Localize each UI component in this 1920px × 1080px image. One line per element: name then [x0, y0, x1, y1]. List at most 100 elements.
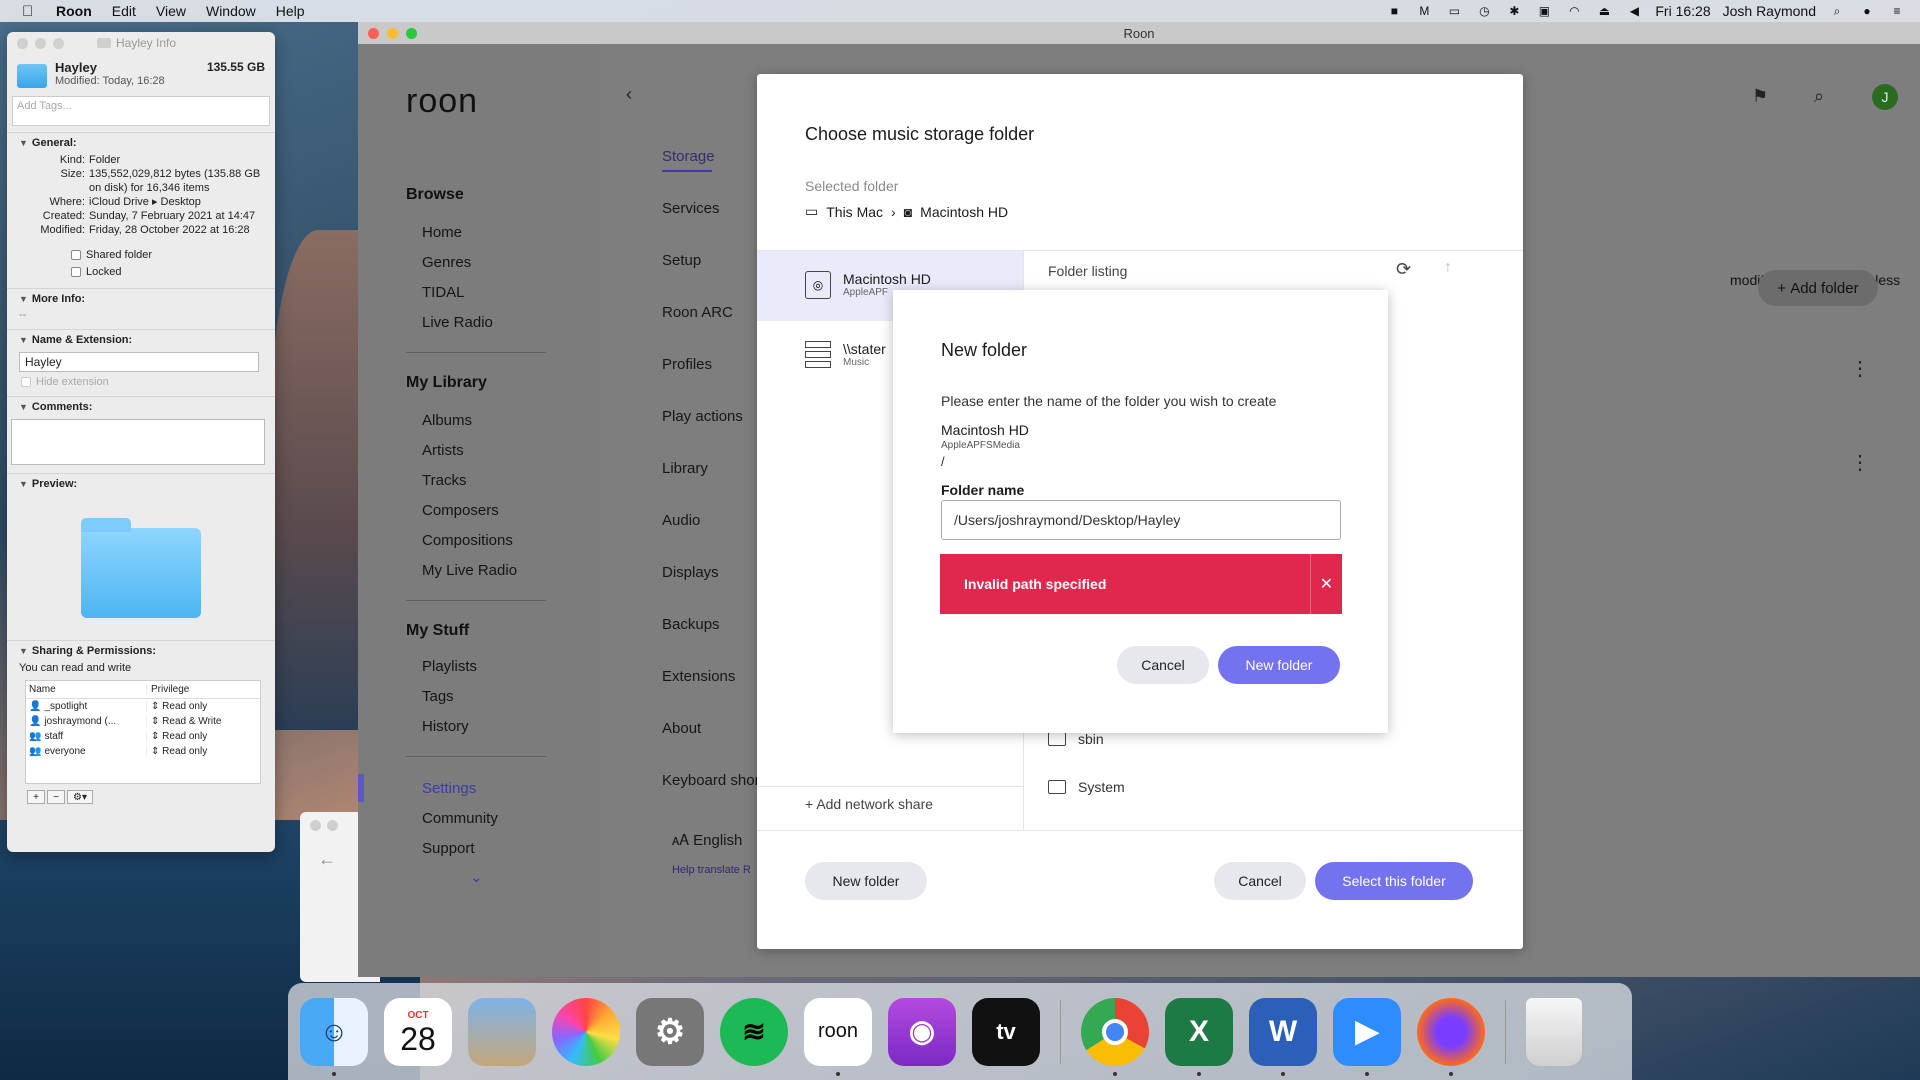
name-field[interactable]: Hayley — [19, 352, 259, 372]
disclosure-triangle-icon[interactable]: ▼ — [19, 646, 28, 656]
list-item[interactable]: System — [1048, 779, 1125, 795]
add-network-share-button[interactable]: + Add network share — [805, 796, 933, 812]
cancel-button[interactable]: Cancel — [1214, 862, 1306, 900]
system-preferences-icon[interactable]: ⚙ — [636, 997, 704, 1066]
menu-edit[interactable]: Edit — [112, 3, 136, 19]
stepper-icon[interactable]: ⇕ — [151, 716, 159, 727]
airplay-icon[interactable]: ▣ — [1535, 4, 1553, 18]
close-icon[interactable] — [310, 820, 321, 831]
menubar-user[interactable]: Josh Raymond — [1723, 3, 1816, 19]
menu-help[interactable]: Help — [276, 3, 305, 19]
spotlight-search-icon[interactable]: ⌕ — [1828, 4, 1846, 18]
chevron-down-icon[interactable]: ⌄ — [470, 868, 483, 886]
nav-item-tags[interactable]: Tags — [422, 688, 454, 705]
tab-play-actions[interactable]: Play actions — [662, 408, 743, 425]
nav-item-tracks[interactable]: Tracks — [422, 472, 466, 489]
status-m-icon[interactable]: M — [1415, 4, 1433, 18]
tags-field[interactable]: Add Tags... — [12, 96, 270, 126]
tab-extensions[interactable]: Extensions — [662, 668, 735, 685]
minimize-icon[interactable] — [35, 37, 46, 49]
tab-roon-arc[interactable]: Roon ARC — [662, 304, 733, 321]
select-this-folder-button[interactable]: Select this folder — [1315, 862, 1473, 900]
excel-icon[interactable]: X — [1165, 997, 1233, 1076]
gear-icon[interactable]: ⚙▾ — [67, 790, 93, 804]
podcasts-icon[interactable]: ◉ — [888, 997, 956, 1066]
tab-profiles[interactable]: Profiles — [662, 356, 712, 373]
back-icon[interactable]: ‹ — [626, 84, 632, 105]
tab-displays[interactable]: Displays — [662, 564, 719, 581]
modal-new-folder-button[interactable]: New folder — [1218, 646, 1340, 684]
tab-about[interactable]: About — [662, 720, 701, 737]
word-icon[interactable]: W — [1249, 997, 1317, 1076]
more-options-icon[interactable]: ⋮ — [1850, 450, 1870, 475]
preview-app-icon[interactable] — [468, 997, 536, 1066]
trash-icon[interactable] — [1526, 997, 1582, 1066]
eject-icon[interactable]: ⏏ — [1595, 4, 1613, 18]
nav-item-support[interactable]: Support — [422, 840, 475, 857]
table-row[interactable]: 👥 everyone ⇕ Read only — [26, 744, 260, 783]
disclosure-triangle-icon[interactable]: ▼ — [19, 402, 28, 412]
nav-item-community[interactable]: Community — [422, 810, 498, 827]
add-folder-button[interactable]: + Add folder — [1758, 270, 1878, 306]
table-row[interactable]: 👤 joshraymond (... ⇕ Read & Write — [26, 714, 260, 729]
up-arrow-icon[interactable]: ↑ — [1444, 259, 1452, 277]
close-icon[interactable] — [17, 37, 28, 49]
time-machine-icon[interactable]: ◷ — [1475, 4, 1493, 18]
more-options-icon[interactable]: ⋮ — [1850, 356, 1870, 381]
tab-setup[interactable]: Setup — [662, 252, 701, 269]
nav-item-genres[interactable]: Genres — [422, 254, 471, 271]
status-app-icon[interactable]: ■ — [1385, 4, 1403, 18]
stepper-icon[interactable]: ⇕ — [151, 701, 159, 712]
nav-item-artists[interactable]: Artists — [422, 442, 464, 459]
nav-item-home[interactable]: Home — [422, 224, 462, 241]
apple-menu-icon[interactable]:  — [22, 3, 42, 20]
wifi-icon[interactable]: ◠ — [1565, 4, 1583, 18]
nav-item-my-live-radio[interactable]: My Live Radio — [422, 562, 517, 579]
table-row[interactable]: 👥 staff ⇕ Read only — [26, 729, 260, 744]
hide-extension-checkbox[interactable] — [21, 377, 31, 387]
siri-icon[interactable]: ● — [1858, 4, 1876, 18]
zoom-icon[interactable] — [53, 37, 64, 49]
photos-icon[interactable] — [552, 997, 620, 1066]
disclosure-triangle-icon[interactable]: ▼ — [19, 479, 28, 489]
stepper-icon[interactable]: ⇕ — [151, 731, 159, 742]
stepper-icon[interactable]: ⇕ — [151, 746, 159, 757]
nav-item-live-radio[interactable]: Live Radio — [422, 314, 493, 331]
firefox-icon[interactable] — [1417, 997, 1485, 1076]
table-row[interactable]: 👤 _spotlight ⇕ Read only — [26, 699, 260, 714]
comments-field[interactable] — [11, 419, 265, 465]
apple-tv-icon[interactable] — [972, 998, 1040, 1066]
zoom-app-icon[interactable]: ▶ — [1333, 997, 1401, 1076]
add-icon[interactable]: + — [27, 790, 45, 804]
nav-item-playlists[interactable]: Playlists — [422, 658, 477, 675]
bluetooth-icon[interactable]: ✱ — [1505, 4, 1523, 18]
volume-icon[interactable]: ◀ — [1625, 4, 1643, 18]
control-center-icon[interactable]: ≡ — [1888, 4, 1906, 18]
folder-name-input[interactable]: /Users/joshraymond/Desktop/Hayley — [941, 500, 1341, 540]
chrome-icon[interactable] — [1081, 997, 1149, 1076]
nav-item-compositions[interactable]: Compositions — [422, 532, 513, 549]
help-translate-link[interactable]: Help translate R — [672, 864, 751, 876]
finder-icon[interactable]: ☺ — [300, 997, 368, 1076]
spotify-icon[interactable]: ≋ — [720, 997, 788, 1066]
locked-checkbox[interactable] — [71, 267, 81, 277]
tab-services[interactable]: Services — [662, 200, 720, 217]
avatar[interactable]: J — [1872, 84, 1898, 110]
nav-item-albums[interactable]: Albums — [422, 412, 472, 429]
breadcrumb-this-mac[interactable]: This Mac — [826, 204, 883, 220]
roon-app-icon[interactable] — [804, 998, 872, 1066]
list-item[interactable]: sbin — [1048, 731, 1104, 747]
tab-storage[interactable]: Storage — [662, 148, 715, 165]
nav-item-settings[interactable]: Settings — [422, 780, 476, 797]
modal-cancel-button[interactable]: Cancel — [1117, 646, 1209, 684]
remove-icon[interactable]: − — [47, 790, 65, 804]
refresh-icon[interactable]: ⟳ — [1396, 259, 1411, 280]
tab-backups[interactable]: Backups — [662, 616, 720, 633]
tab-audio[interactable]: Audio — [662, 512, 700, 529]
menu-window[interactable]: Window — [206, 3, 256, 19]
battery-icon[interactable]: ▭ — [1445, 4, 1463, 18]
nav-item-composers[interactable]: Composers — [422, 502, 499, 519]
tab-library[interactable]: Library — [662, 460, 708, 477]
language-selector[interactable]: 🗚 English — [672, 832, 742, 849]
menubar-clock[interactable]: Fri 16:28 — [1655, 3, 1710, 19]
